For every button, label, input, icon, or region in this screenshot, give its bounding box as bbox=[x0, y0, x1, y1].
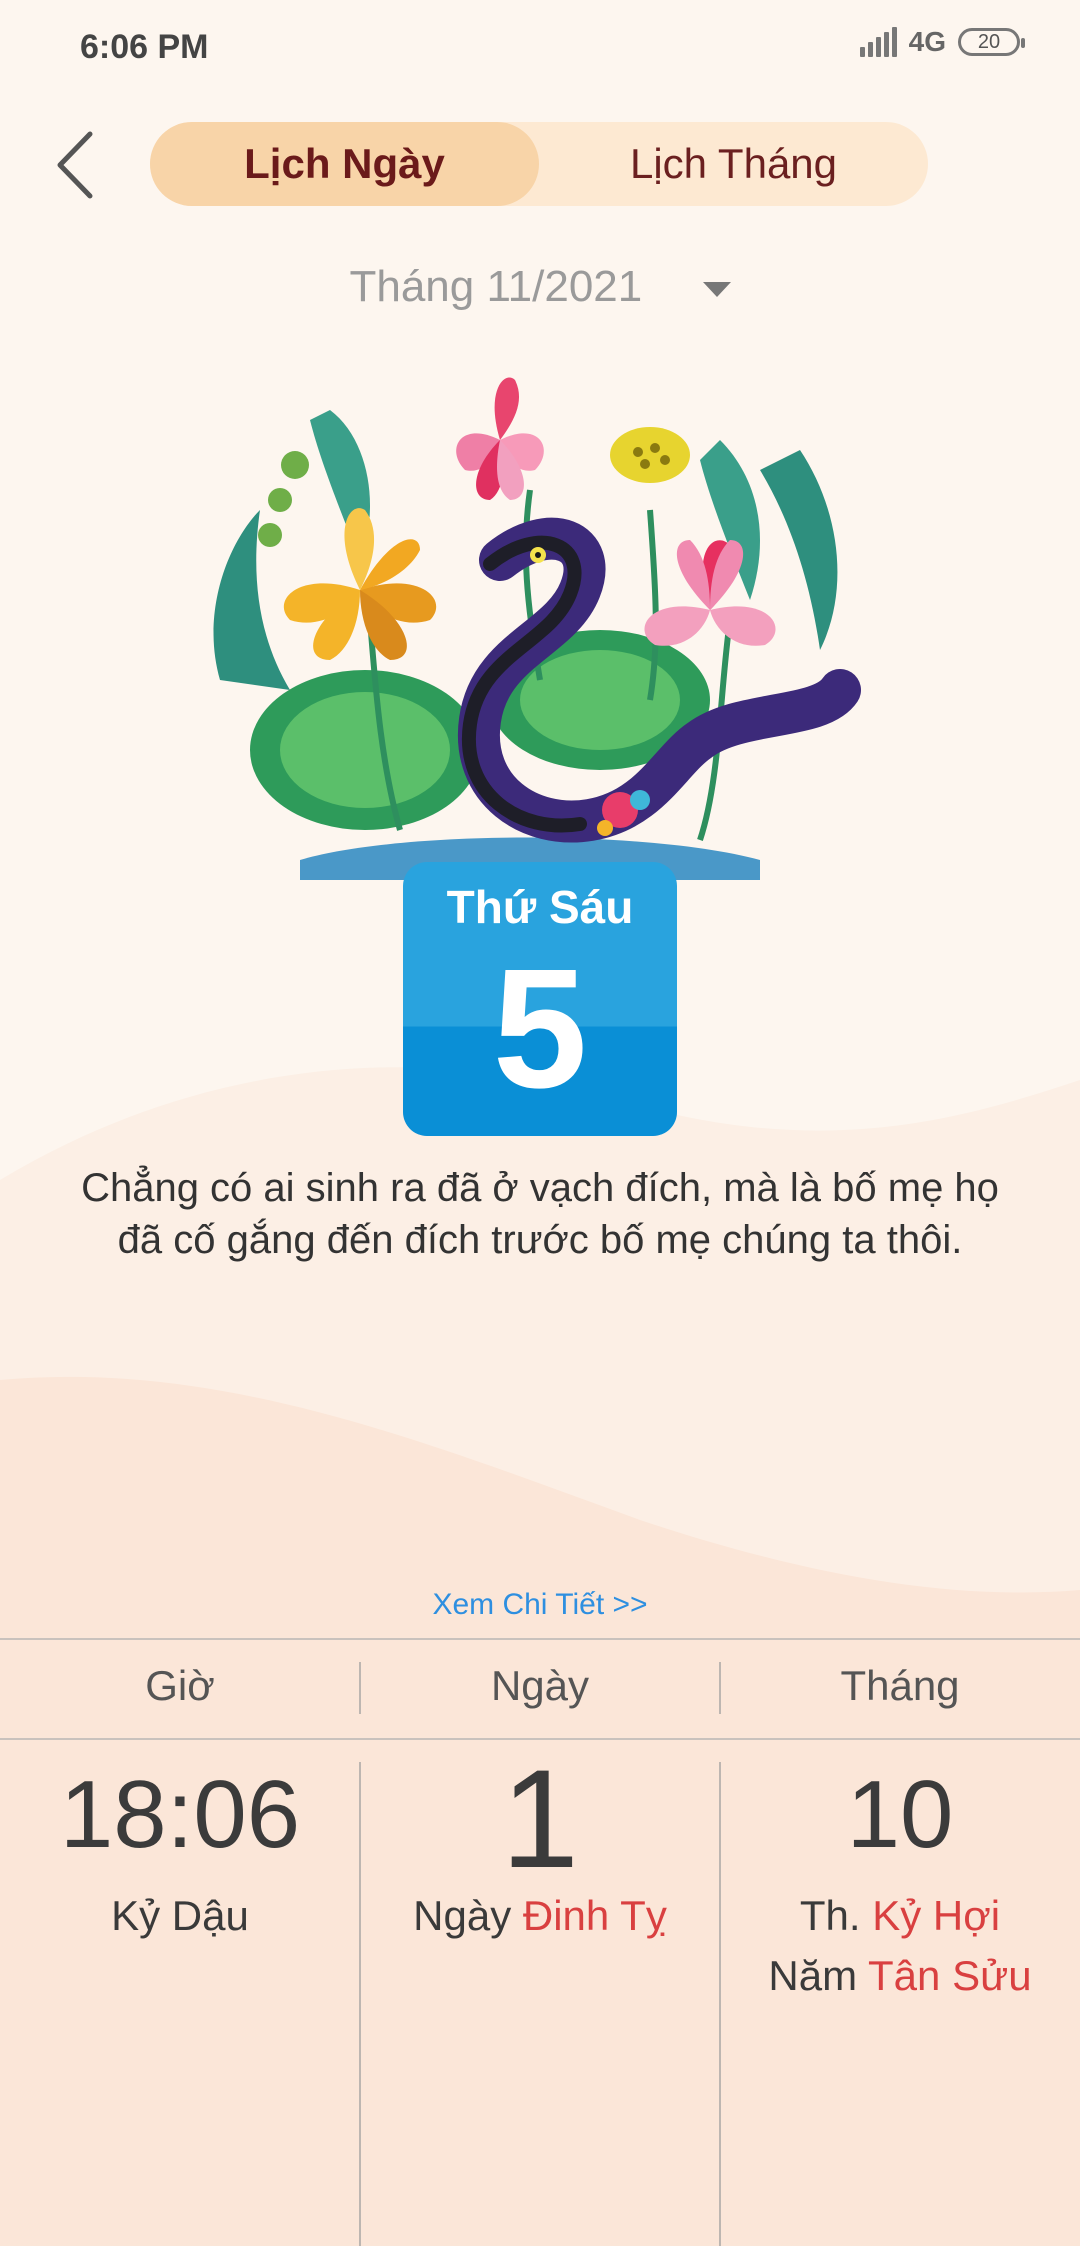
view-tabs: Lịch Ngày Lịch Tháng bbox=[150, 122, 928, 206]
day-caption-prefix: Ngày bbox=[413, 1892, 512, 1939]
year-caption-prefix: Năm bbox=[768, 1952, 858, 1999]
lunar-info-table: Giờ Ngày Tháng 18:06 1 10 Kỷ Dậu Ngày Đi… bbox=[0, 1638, 1080, 2246]
month-caption-prefix: Th. bbox=[799, 1892, 861, 1939]
month-label: Tháng 11/2021 bbox=[349, 262, 643, 311]
day-can-chi: Đinh Tỵ bbox=[522, 1892, 667, 1939]
header-hour: Giờ bbox=[145, 1662, 215, 1709]
header-day: Ngày bbox=[490, 1662, 590, 1709]
day-caption: Ngày Đinh Tỵ bbox=[360, 1886, 720, 1946]
year-can-chi: Tân Sửu bbox=[868, 1952, 1032, 1999]
status-bar: 6:06 PM 4G 20 bbox=[0, 0, 1080, 96]
day-number: 5 bbox=[492, 934, 588, 1124]
weekday-label: Thứ Sáu bbox=[446, 881, 634, 933]
daily-quote: Chẳng có ai sinh ra đã ở vạch đích, mà l… bbox=[81, 1166, 999, 1262]
month-selector[interactable]: Tháng 11/2021 bbox=[0, 262, 1080, 312]
hour-caption: Kỷ Dậu bbox=[111, 1892, 249, 1939]
caret-down-icon bbox=[702, 281, 731, 297]
month-caption: Th. Kỷ Hợi Năm Tân Sửu bbox=[720, 1886, 1080, 2006]
snake-lotus-illustration bbox=[213, 377, 861, 880]
tab-lich-ngay[interactable]: Lịch Ngày bbox=[150, 122, 539, 206]
signal-icon bbox=[859, 27, 897, 57]
divider bbox=[0, 1638, 1080, 1640]
lunar-month-value: 10 bbox=[846, 1761, 954, 1868]
status-time: 6:06 PM bbox=[80, 28, 209, 66]
back-chevron-icon[interactable] bbox=[52, 128, 102, 202]
header-month: Tháng bbox=[840, 1662, 960, 1709]
day-card: Thứ Sáu 5 bbox=[403, 862, 677, 1136]
network-type: 4G bbox=[908, 26, 946, 57]
view-detail-link[interactable]: Xem Chi Tiết >> bbox=[0, 1588, 1080, 1622]
month-can-chi: Kỷ Hợi bbox=[872, 1892, 1001, 1939]
battery-icon: 20 bbox=[958, 28, 1025, 56]
battery-level: 20 bbox=[977, 30, 1001, 53]
hour-value: 18:06 bbox=[59, 1761, 301, 1868]
lunar-day-value: 1 bbox=[501, 1740, 579, 1897]
tab-lich-thang[interactable]: Lịch Tháng bbox=[539, 122, 928, 206]
